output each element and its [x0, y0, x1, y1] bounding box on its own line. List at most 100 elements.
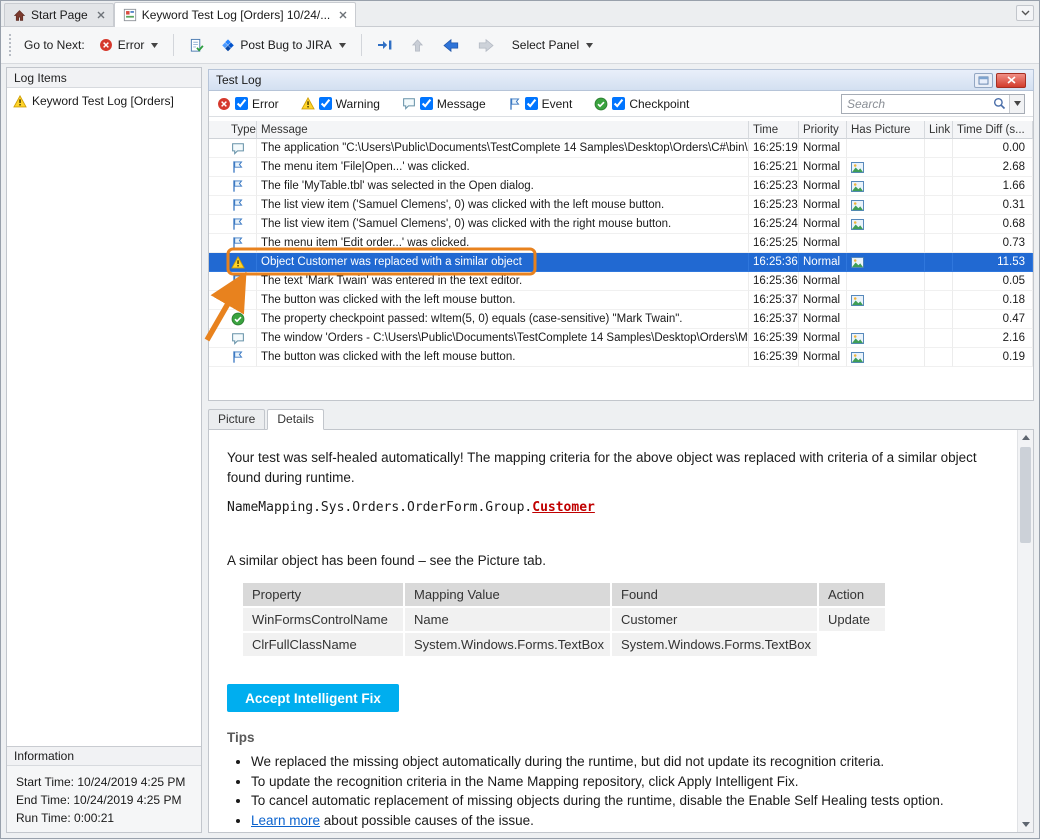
log-row[interactable]: The property checkpoint passed: wItem(5,…	[209, 310, 1033, 329]
column-header[interactable]: Priority	[799, 121, 847, 139]
log-items-caption: Log Items	[7, 68, 201, 88]
log-link	[925, 253, 953, 272]
scroll-thumb[interactable]	[1020, 447, 1031, 543]
log-type-cell	[209, 272, 257, 291]
checkpoint-icon	[594, 97, 608, 111]
test-log-body: Error Warning Message Event Checkpoint	[208, 91, 1034, 401]
log-message: The menu item 'Edit order...' was clicke…	[257, 234, 749, 253]
learn-more-link[interactable]: Learn more	[251, 813, 320, 828]
log-message: The button was clicked with the left mou…	[257, 291, 749, 310]
column-header[interactable]: Link	[925, 121, 953, 139]
log-row[interactable]: The menu item 'File|Open...' was clicked…	[209, 158, 1033, 177]
mapping-table: PropertyMapping ValueFoundActionWinForms…	[243, 583, 885, 656]
tab-overflow-button[interactable]	[1016, 5, 1034, 21]
close-panel-button[interactable]	[996, 73, 1026, 88]
tab-picture[interactable]: Picture	[208, 409, 265, 430]
search-options-dropdown[interactable]	[1009, 95, 1024, 113]
back-button[interactable]	[437, 34, 465, 57]
mapping-table-header: Found	[612, 583, 817, 606]
mapping-table-cell: WinFormsControlName	[243, 608, 403, 631]
log-row[interactable]: The window 'Orders - C:\Users\Public\Doc…	[209, 329, 1033, 348]
column-header[interactable]: Time Diff (s...	[953, 121, 1033, 139]
log-row[interactable]: The list view item ('Samuel Clemens', 0)…	[209, 215, 1033, 234]
log-time-diff: 1.66	[953, 177, 1033, 196]
tab-label: Start Page	[31, 8, 88, 22]
error-icon	[217, 97, 231, 111]
mapping-table-header: Property	[243, 583, 403, 606]
select-panel-label: Select Panel	[512, 38, 579, 52]
log-time: 16:25:36	[749, 272, 799, 291]
form-check-icon	[189, 38, 204, 53]
picture-icon	[851, 181, 864, 192]
close-tab-icon[interactable]	[339, 11, 347, 19]
log-message: The property checkpoint passed: wItem(5,…	[257, 310, 749, 329]
column-header[interactable]: Time	[749, 121, 799, 139]
go-to-next-run-button[interactable]	[372, 34, 398, 56]
filter-checkbox-event[interactable]	[525, 97, 538, 110]
filter-checkbox-checkpoint[interactable]	[612, 97, 625, 110]
log-time: 16:25:39	[749, 329, 799, 348]
log-row[interactable]: The application "C:\Users\Public\Documen…	[209, 139, 1033, 158]
log-priority: Normal	[799, 196, 847, 215]
log-row[interactable]: The menu item 'Edit order...' was clicke…	[209, 234, 1033, 253]
log-time-diff: 0.18	[953, 291, 1033, 310]
go-to-next-error-dropdown[interactable]: Error	[94, 34, 164, 56]
filter-checkbox-error[interactable]	[235, 97, 248, 110]
tab-start-page[interactable]: Start Page	[4, 3, 114, 26]
post-bug-to-jira-button[interactable]: Post Bug to JIRA	[216, 34, 350, 57]
search-input[interactable]	[842, 97, 990, 111]
filter-checkbox-message[interactable]	[420, 97, 433, 110]
mapping-path-object[interactable]: Customer	[532, 500, 595, 515]
log-row[interactable]: The list view item ('Samuel Clemens', 0)…	[209, 196, 1033, 215]
toolbar-separator	[173, 34, 174, 56]
log-priority: Normal	[799, 234, 847, 253]
log-time: 16:25:19	[749, 139, 799, 158]
details-panel: Your test was self-healed automatically!…	[208, 429, 1034, 833]
log-row[interactable]: The button was clicked with the left mou…	[209, 348, 1033, 367]
log-time-diff: 0.05	[953, 272, 1033, 291]
log-link	[925, 234, 953, 253]
tab-keyword-test-log[interactable]: Keyword Test Log [Orders] 10/24/...	[114, 2, 357, 27]
log-type-cell	[209, 139, 257, 158]
log-row[interactable]: The file 'MyTable.tbl' was selected in t…	[209, 177, 1033, 196]
scroll-down-icon[interactable]	[1018, 817, 1033, 832]
scroll-up-icon[interactable]	[1018, 430, 1033, 445]
test-log-panel: Test Log Error Warning	[208, 69, 1034, 833]
log-time-diff: 0.73	[953, 234, 1033, 253]
forward-button[interactable]	[472, 34, 500, 57]
float-panel-button[interactable]	[974, 73, 993, 88]
log-link	[925, 158, 953, 177]
close-icon	[1007, 76, 1016, 84]
close-tab-icon[interactable]	[97, 11, 105, 19]
show-test-item-button[interactable]	[184, 34, 209, 57]
post-bug-label: Post Bug to JIRA	[240, 38, 331, 52]
log-row[interactable]: Object Customer was replaced with a simi…	[209, 253, 1033, 272]
log-row[interactable]: The text 'Mark Twain' was entered in the…	[209, 272, 1033, 291]
toolbar-separator	[361, 34, 362, 56]
log-has-picture	[847, 215, 925, 234]
filter-checkbox-warning[interactable]	[319, 97, 332, 110]
log-type-cell	[209, 310, 257, 329]
log-time: 16:25:23	[749, 177, 799, 196]
log-row[interactable]: The button was clicked with the left mou…	[209, 291, 1033, 310]
log-has-picture	[847, 177, 925, 196]
column-header[interactable]: Type	[209, 121, 257, 139]
picture-icon	[851, 257, 864, 268]
log-time: 16:25:21	[749, 158, 799, 177]
mapping-table-cell: Customer	[612, 608, 817, 631]
goto-next-icon	[377, 38, 393, 52]
accept-intelligent-fix-button[interactable]: Accept Intelligent Fix	[227, 684, 399, 712]
select-panel-dropdown[interactable]: Select Panel	[507, 34, 598, 56]
left-arrow-icon	[442, 38, 460, 53]
tree-item-label: Keyword Test Log [Orders]	[32, 94, 174, 108]
column-header[interactable]: Message	[257, 121, 749, 139]
tab-details[interactable]: Details	[267, 409, 324, 430]
up-button[interactable]	[405, 34, 430, 57]
search-icon[interactable]	[990, 97, 1009, 110]
column-header[interactable]: Has Picture	[847, 121, 925, 139]
log-message: The list view item ('Samuel Clemens', 0)…	[257, 215, 749, 234]
log-time: 16:25:37	[749, 291, 799, 310]
log-message: The button was clicked with the left mou…	[257, 348, 749, 367]
details-scrollbar[interactable]	[1017, 430, 1033, 832]
tree-item-keyword-test-log[interactable]: Keyword Test Log [Orders]	[11, 93, 197, 109]
